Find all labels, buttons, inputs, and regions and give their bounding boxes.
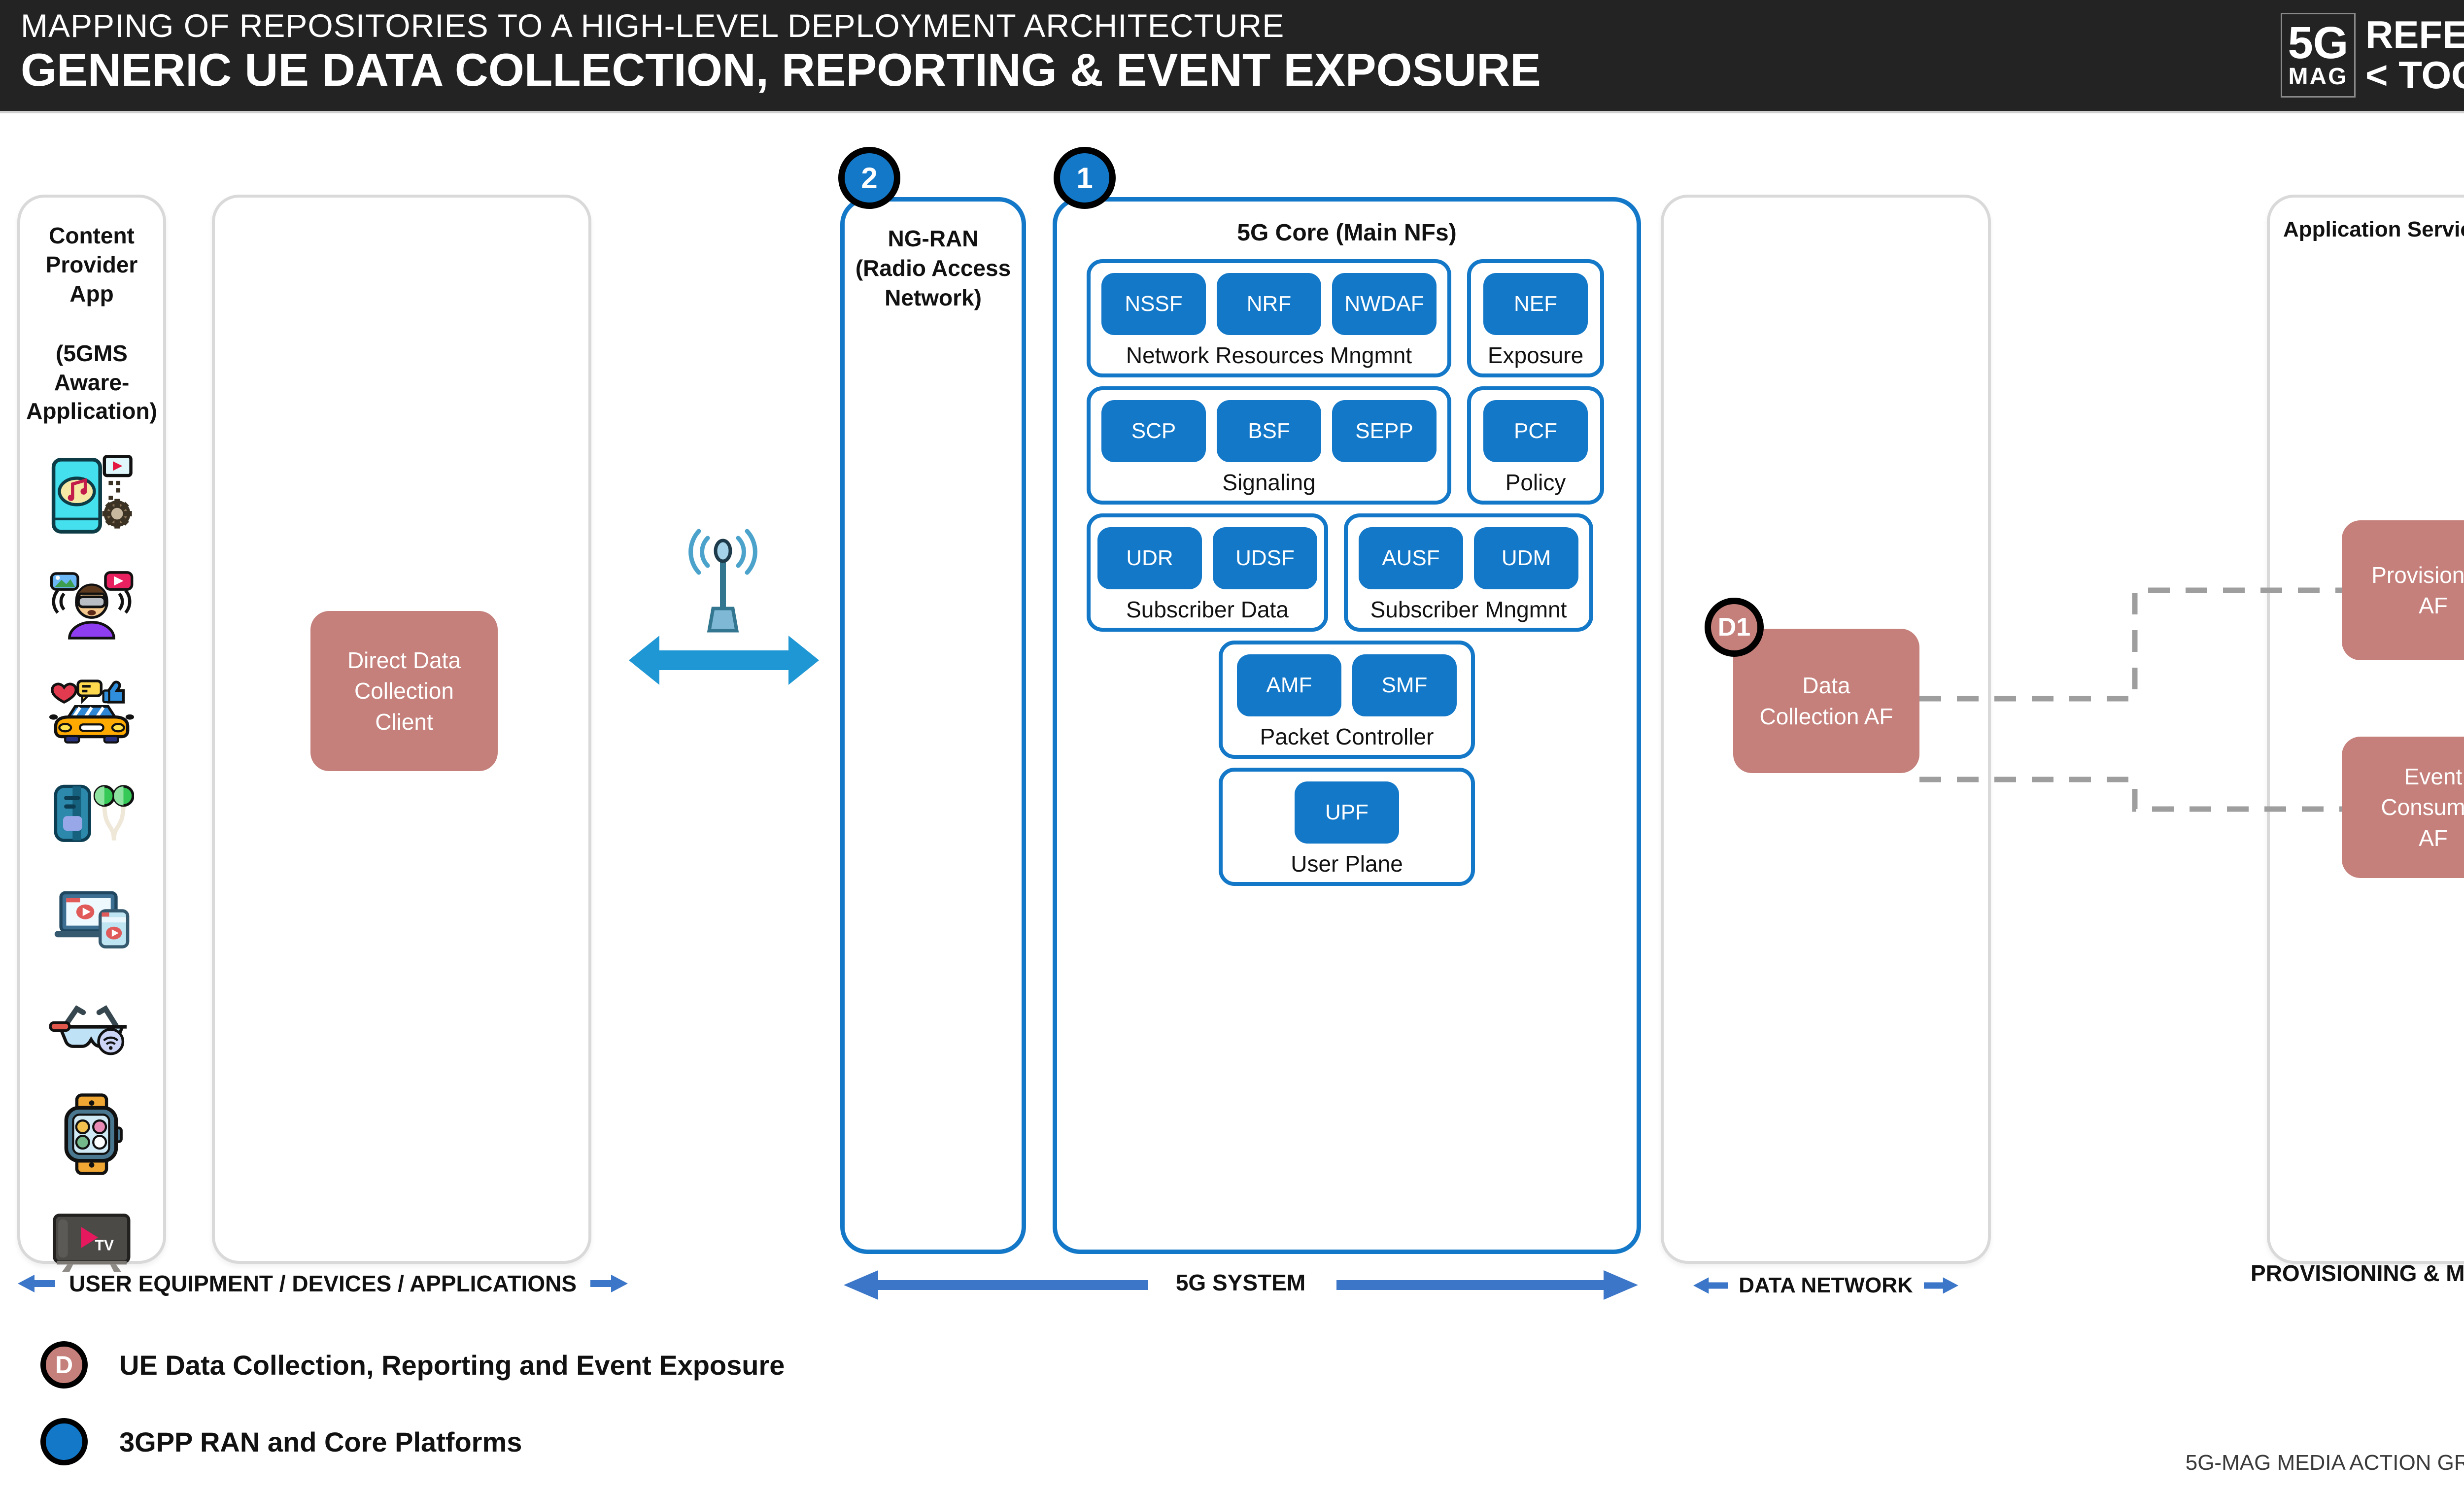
nf-chip: PCF xyxy=(1483,400,1588,462)
logo-line-2: < TOOLS /> xyxy=(2365,55,2464,96)
core-groups: NSSF NRF NWDAF Network Resources Mngmnt … xyxy=(1087,259,1607,886)
group-subscriber-mngmnt: AUSF UDM Subscriber Mngmnt xyxy=(1344,513,1593,632)
badge-1: 1 xyxy=(1054,147,1116,209)
ngran-column: NG-RAN (Radio Access Network) xyxy=(840,197,1026,1254)
header-bar: MAPPING OF REPOSITORIES TO A HIGH-LEVEL … xyxy=(0,0,2464,113)
legend-item-3gpp: 3GPP RAN and Core Platforms xyxy=(40,1418,522,1465)
arrow-right-icon xyxy=(590,1273,628,1294)
page-title: GENERIC UE DATA COLLECTION, REPORTING & … xyxy=(21,43,1541,97)
group-user-plane: UPF User Plane xyxy=(1219,768,1475,886)
nf-chip: UDM xyxy=(1474,527,1578,589)
badge-d1: D1 xyxy=(1705,598,1764,657)
nf-chip: UDSF xyxy=(1213,527,1317,589)
group-label: Packet Controller xyxy=(1260,723,1434,750)
data-collection-af-box: Data Collection AF xyxy=(1733,629,1919,773)
asp-column: Application Service Provider xyxy=(2267,195,2464,1264)
legend-3gpp-text: 3GPP RAN and Core Platforms xyxy=(119,1426,522,1458)
content-provider-subtitle: (5GMS Aware- Application) xyxy=(20,339,163,426)
radio-link-arrow xyxy=(629,636,819,685)
diagram-canvas: MAPPING OF REPOSITORIES TO A HIGH-LEVEL … xyxy=(0,0,2464,1490)
data-network-footer-label: DATA NETWORK xyxy=(1661,1273,1991,1298)
5gmag-logo: 5G MAG xyxy=(2281,13,2356,98)
nf-chip: NEF xyxy=(1483,273,1588,335)
group-signaling: SCP BSF SEPP Signaling xyxy=(1087,386,1451,505)
nf-chip: NRF xyxy=(1217,273,1321,335)
nf-chip: SCP xyxy=(1101,400,1206,462)
nf-chip: NWDAF xyxy=(1332,273,1437,335)
system-footer-label: 5G SYSTEM xyxy=(840,1269,1641,1296)
tv-glyph: TV xyxy=(95,1238,113,1254)
ngran-title: NG-RAN (Radio Access Network) xyxy=(845,224,1022,312)
antenna-icon xyxy=(691,531,755,631)
smart-glasses-icon xyxy=(49,985,134,1070)
header-kicker: MAPPING OF REPOSITORIES TO A HIGH-LEVEL … xyxy=(21,7,1284,44)
event-consumer-af-box: Event Consumer AF xyxy=(2342,737,2464,878)
media-app-icon xyxy=(49,453,134,538)
group-exposure: NEF Exposure xyxy=(1467,259,1604,377)
group-label: Network Resources Mngmnt xyxy=(1126,342,1412,369)
ue-footer-label: USER EQUIPMENT / DEVICES / APPLICATIONS xyxy=(10,1270,636,1297)
group-policy: PCF Policy xyxy=(1467,386,1604,505)
badge-2: 2 xyxy=(838,147,900,209)
group-packet-controller: AMF SMF Packet Controller xyxy=(1219,641,1475,759)
nf-chip: AUSF xyxy=(1359,527,1463,589)
arrow-left-icon xyxy=(18,1273,55,1294)
core-title: 5G Core (Main NFs) xyxy=(1087,219,1607,246)
vr-user-icon xyxy=(49,560,134,644)
group-network-resources: NSSF NRF NWDAF Network Resources Mngmnt xyxy=(1087,259,1451,377)
logo-mark-bottom: MAG xyxy=(2289,65,2348,89)
copyright-text: 5G-MAG MEDIA ACTION GROUP © 2025 xyxy=(2186,1451,2464,1475)
group-label: Signaling xyxy=(1222,469,1315,496)
asp-title: Application Service Provider xyxy=(2270,217,2464,242)
nf-chip: UPF xyxy=(1295,781,1399,844)
provisioning-footer-label: PROVISIONING & MANAGEMENT xyxy=(2267,1259,2464,1288)
content-provider-column: Content Provider App (5GMS Aware- Applic… xyxy=(17,195,166,1264)
connected-car-icon xyxy=(49,666,134,751)
group-label: Exposure xyxy=(1488,342,1583,369)
group-label: User Plane xyxy=(1291,850,1403,877)
earbuds-icon xyxy=(49,773,134,857)
arrow-right-icon xyxy=(1924,1275,1958,1296)
legend-d-text: UE Data Collection, Reporting and Event … xyxy=(119,1349,785,1381)
nf-chip: UDR xyxy=(1097,527,1202,589)
nf-chip: AMF xyxy=(1237,654,1341,716)
legend-d-circle: D xyxy=(40,1341,88,1388)
system-label-text: 5G SYSTEM xyxy=(1176,1269,1305,1296)
group-label: Subscriber Data xyxy=(1126,596,1289,623)
ue-label-text: USER EQUIPMENT / DEVICES / APPLICATIONS xyxy=(69,1270,577,1297)
laptop-streaming-icon xyxy=(49,879,134,964)
nf-chip: SMF xyxy=(1352,654,1457,716)
arrow-left-icon xyxy=(1693,1275,1728,1296)
direct-data-collection-client-box: Direct Data Collection Client xyxy=(310,611,498,771)
logo-brand-text: REFERENCE < TOOLS /> xyxy=(2365,13,2464,98)
core-column: 5G Core (Main NFs) NSSF NRF NWDAF Networ… xyxy=(1053,197,1641,1254)
group-label: Subscriber Mngmnt xyxy=(1370,596,1567,623)
provisioning-af-box: Provisioning AF xyxy=(2342,520,2464,660)
provisioning-label-text: PROVISIONING & MANAGEMENT xyxy=(2251,1259,2464,1288)
legend-item-data-collection: D UE Data Collection, Reporting and Even… xyxy=(40,1341,785,1388)
nf-chip: BSF xyxy=(1217,400,1321,462)
logo-line-1: REFERENCE xyxy=(2365,15,2464,55)
nf-chip: SEPP xyxy=(1332,400,1437,462)
content-provider-title: Content Provider App xyxy=(20,221,163,308)
logo-mark-top: 5G xyxy=(2288,22,2349,65)
smartwatch-icon xyxy=(49,1092,134,1177)
nf-chip: NSSF xyxy=(1101,273,1206,335)
data-network-label-text: DATA NETWORK xyxy=(1739,1273,1913,1298)
group-subscriber-data: UDR UDSF Subscriber Data xyxy=(1087,513,1328,632)
device-icon-stack: TV xyxy=(20,453,163,1283)
legend-blue-circle xyxy=(40,1418,88,1465)
group-label: Policy xyxy=(1506,469,1566,496)
